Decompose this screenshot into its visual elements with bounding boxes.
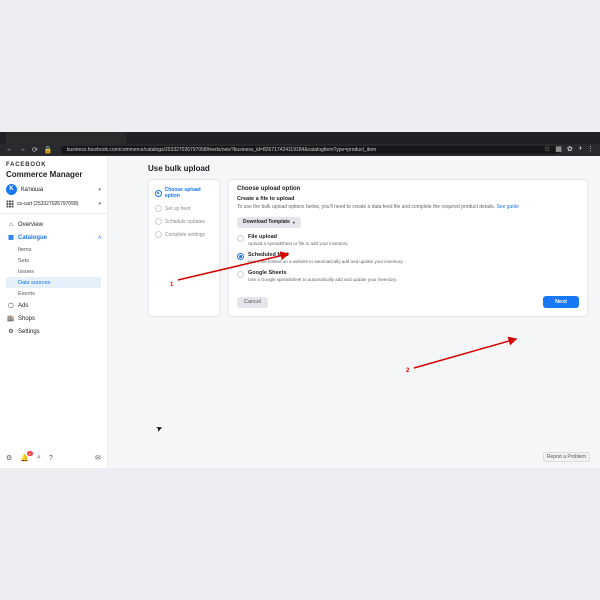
card-heading: Choose upload option bbox=[237, 186, 579, 192]
circle-icon bbox=[155, 218, 162, 225]
help-icon[interactable]: ? bbox=[49, 455, 53, 462]
store-switcher[interactable]: cs-cart (253327026797058) ▾ bbox=[6, 200, 101, 208]
ext-icon[interactable]: ▦ bbox=[555, 145, 562, 153]
nav-reload-icon[interactable]: ⟳ bbox=[32, 146, 38, 154]
radio-icon bbox=[237, 271, 244, 278]
search-icon[interactable]: ⌕ bbox=[37, 454, 41, 462]
sidebar-item-settings[interactable]: ⚙ Settings bbox=[6, 325, 101, 338]
option-file-upload[interactable]: File uploadUpload a spreadsheet or file … bbox=[237, 234, 579, 246]
sidebar: FACEBOOK Commerce Manager K Катюша ▾ cs-… bbox=[0, 156, 108, 468]
ads-icon: ▢ bbox=[6, 302, 16, 309]
circle-icon bbox=[155, 205, 162, 212]
circle-icon bbox=[155, 231, 162, 238]
step-schedule: Schedule updates bbox=[153, 215, 215, 228]
option-google-sheets[interactable]: Google SheetsUse a Google spreadsheet to… bbox=[237, 270, 579, 282]
inbox-icon[interactable]: ✉ bbox=[95, 454, 101, 462]
next-button[interactable]: Next bbox=[543, 296, 579, 308]
address-bar[interactable]: business.facebook.com/commerce/catalogs/… bbox=[61, 146, 560, 154]
globe-icon[interactable]: ⚙ bbox=[6, 454, 12, 462]
download-template-button[interactable]: Download Template▾ bbox=[237, 217, 301, 228]
store-name: cs-cart (253327026797058) bbox=[17, 201, 98, 207]
annotation-arrow-2: 2 bbox=[406, 334, 526, 374]
grid-icon bbox=[6, 200, 14, 208]
notif-badge: 2 bbox=[27, 451, 33, 456]
avatar: K bbox=[6, 184, 17, 195]
menu-icon[interactable]: ⋮ bbox=[587, 145, 594, 153]
catalogue-icon: ▦ bbox=[6, 234, 16, 241]
card-subheading: Create a file to upload bbox=[237, 196, 579, 202]
step-complete: Complete settings bbox=[153, 228, 215, 241]
sidebar-item-catalogue[interactable]: ▦ Catalogue ˄ bbox=[6, 231, 101, 244]
sidebar-sub-items[interactable]: Items bbox=[6, 244, 101, 255]
account-name: Катюша bbox=[21, 187, 98, 193]
radio-icon bbox=[237, 235, 244, 242]
gear-icon: ⚙ bbox=[6, 328, 16, 335]
main-content: Use bulk upload Choose upload option Set… bbox=[108, 156, 600, 468]
svg-text:2: 2 bbox=[406, 368, 410, 374]
star-icon[interactable]: ☆ bbox=[544, 145, 550, 153]
chevron-down-icon: ▾ bbox=[98, 201, 101, 207]
product-name: Commerce Manager bbox=[6, 170, 101, 179]
sidebar-footer: ⚙ 🔔2 ⌕ ? ✉ bbox=[6, 448, 101, 468]
sidebar-sub-events[interactable]: Events bbox=[6, 288, 101, 299]
sidebar-item-ads[interactable]: ▢ Ads bbox=[6, 299, 101, 312]
see-guide-link[interactable]: See guide bbox=[496, 204, 519, 210]
nav-back-icon[interactable]: ← bbox=[6, 146, 13, 154]
upload-card: Choose upload option Create a file to up… bbox=[228, 179, 588, 317]
browser-chrome: ← → ⟳ 🔒 business.facebook.com/commerce/c… bbox=[0, 132, 600, 156]
step-list: Choose upload option Set up feed Schedul… bbox=[148, 179, 220, 317]
option-scheduled-feed[interactable]: Scheduled feedUse a file hosted on a web… bbox=[237, 252, 579, 264]
chevron-down-icon: ▾ bbox=[98, 187, 101, 193]
page-title: Use bulk upload bbox=[148, 164, 588, 173]
chevron-down-icon: ▾ bbox=[293, 220, 295, 225]
step-setup-feed: Set up feed bbox=[153, 202, 215, 215]
account-switcher[interactable]: K Катюша ▾ bbox=[6, 184, 101, 195]
nav-forward-icon[interactable]: → bbox=[19, 146, 26, 154]
shops-icon: 🏬 bbox=[6, 315, 16, 322]
bell-icon[interactable]: 🔔2 bbox=[20, 454, 29, 462]
logo: FACEBOOK bbox=[6, 162, 101, 168]
sidebar-sub-issues[interactable]: Issues bbox=[6, 266, 101, 277]
lock-icon: 🔒 bbox=[44, 146, 53, 154]
radio-icon bbox=[237, 253, 244, 260]
home-icon: ⌂ bbox=[6, 222, 16, 228]
step-upload-option[interactable]: Choose upload option bbox=[153, 184, 215, 202]
sidebar-sub-sets[interactable]: Sets bbox=[6, 255, 101, 266]
ext2-icon[interactable]: ✿ bbox=[567, 145, 573, 153]
browser-tab[interactable] bbox=[6, 132, 126, 144]
sidebar-item-overview[interactable]: ⌂ Overview bbox=[6, 219, 101, 231]
profile-icon[interactable]: ◑ bbox=[578, 145, 582, 153]
card-desc: To use the bulk upload options below, yo… bbox=[237, 204, 579, 210]
report-problem-button[interactable]: Report a Problem bbox=[543, 452, 590, 462]
radio-icon bbox=[155, 190, 162, 197]
cancel-button[interactable]: Cancel bbox=[237, 297, 268, 308]
chevron-up-icon: ˄ bbox=[98, 235, 101, 241]
sidebar-sub-datasources[interactable]: Data sources bbox=[6, 277, 101, 288]
sidebar-item-shops[interactable]: 🏬 Shops bbox=[6, 312, 101, 325]
